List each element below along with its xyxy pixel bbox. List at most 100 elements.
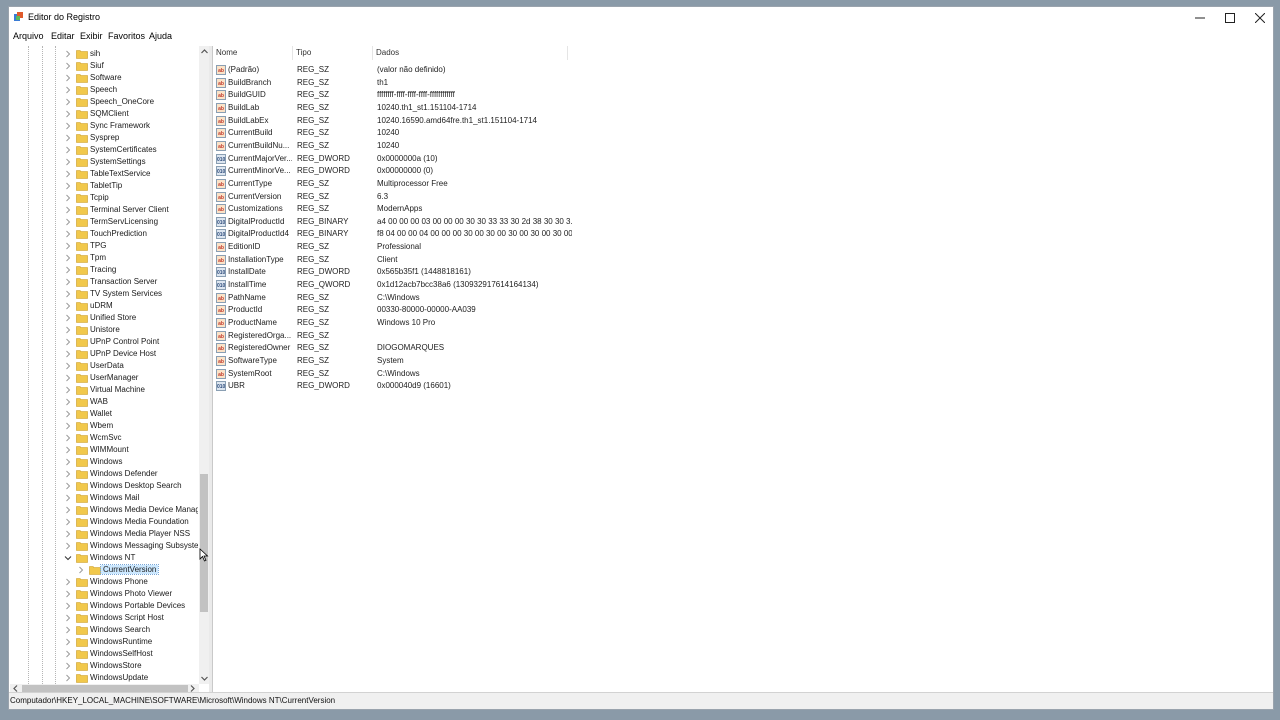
- tree-item[interactable]: Windows Media Player NSS: [10, 528, 198, 540]
- tree-item[interactable]: Speech_OneCore: [10, 96, 198, 108]
- value-row[interactable]: ab CurrentVersion REG_SZ 6.3: [213, 191, 573, 203]
- minimize-button[interactable]: [1185, 7, 1215, 28]
- tree-item[interactable]: SystemCertificates: [10, 144, 198, 156]
- value-row[interactable]: 010 DigitalProductId REG_BINARY a4 00 00 00…: [213, 216, 573, 228]
- chevron-right-icon[interactable]: [64, 74, 72, 82]
- tree-item[interactable]: Windows Script Host: [10, 612, 198, 624]
- tree-item[interactable]: uDRM: [10, 300, 198, 312]
- tree-item[interactable]: UPnP Device Host: [10, 348, 198, 360]
- chevron-right-icon[interactable]: [64, 122, 72, 130]
- value-row[interactable]: ab (Padrão) REG_SZ (valor não definido): [213, 64, 573, 76]
- menu-arquivo[interactable]: Arquivo: [13, 31, 44, 41]
- menu-editar[interactable]: Editar: [51, 31, 75, 41]
- chevron-right-icon[interactable]: [64, 470, 72, 478]
- value-row[interactable]: ab ProductId REG_SZ 00330-80000-00000-AA039: [213, 304, 573, 316]
- tree-item[interactable]: Unistore: [10, 324, 198, 336]
- chevron-right-icon[interactable]: [64, 302, 72, 310]
- tree-item[interactable]: Tcpip: [10, 192, 198, 204]
- tree-item[interactable]: WIMMount: [10, 444, 198, 456]
- value-row[interactable]: 010 InstallDate REG_DWORD 0x565b35f1 (14488…: [213, 266, 573, 278]
- value-row[interactable]: ab RegisteredOrga... REG_SZ: [213, 330, 573, 342]
- tree-hscroll-thumb[interactable]: [22, 685, 188, 692]
- chevron-right-icon[interactable]: [64, 134, 72, 142]
- tree-item[interactable]: Speech: [10, 84, 198, 96]
- value-row[interactable]: 010 DigitalProductId4 REG_BINARY f8 04 00 0…: [213, 228, 573, 240]
- chevron-right-icon[interactable]: [64, 410, 72, 418]
- chevron-right-icon[interactable]: [64, 170, 72, 178]
- chevron-right-icon[interactable]: [64, 374, 72, 382]
- chevron-right-icon[interactable]: [64, 278, 72, 286]
- tree-item[interactable]: WindowsRuntime: [10, 636, 198, 648]
- chevron-right-icon[interactable]: [64, 638, 72, 646]
- tree-item[interactable]: Virtual Machine: [10, 384, 198, 396]
- tree-item[interactable]: Windows Photo Viewer: [10, 588, 198, 600]
- tree-item[interactable]: Windows Search: [10, 624, 198, 636]
- column-header-type[interactable]: Tipo: [293, 46, 373, 60]
- tree-item[interactable]: Unified Store: [10, 312, 198, 324]
- tree-vertical-scrollbar[interactable]: [199, 46, 209, 684]
- value-row[interactable]: ab InstallationType REG_SZ Client: [213, 254, 573, 266]
- chevron-right-icon[interactable]: [64, 86, 72, 94]
- chevron-right-icon[interactable]: [64, 626, 72, 634]
- value-row[interactable]: 010 CurrentMajorVer... REG_DWORD 0x0000000a…: [213, 153, 573, 165]
- value-row[interactable]: ab EditionID REG_SZ Professional: [213, 241, 573, 253]
- tree-item[interactable]: Terminal Server Client: [10, 204, 198, 216]
- menu-exibir[interactable]: Exibir: [80, 31, 103, 41]
- chevron-right-icon[interactable]: [64, 110, 72, 118]
- chevron-right-icon[interactable]: [64, 194, 72, 202]
- value-row[interactable]: ab RegisteredOwner REG_SZ DIOGOMARQUES: [213, 342, 573, 354]
- tree-item[interactable]: sih: [10, 48, 198, 60]
- value-row[interactable]: ab BuildLab REG_SZ 10240.th1_st1.151104-171…: [213, 102, 573, 114]
- menu-ajuda[interactable]: Ajuda: [149, 31, 172, 41]
- chevron-right-icon[interactable]: [64, 434, 72, 442]
- tree-item[interactable]: Siuf: [10, 60, 198, 72]
- chevron-right-icon[interactable]: [64, 494, 72, 502]
- key-tree-pane[interactable]: sih Siuf Software Speech Speech_OneCore SQMCl…: [10, 46, 210, 693]
- chevron-right-icon[interactable]: [64, 218, 72, 226]
- chevron-right-icon[interactable]: [64, 98, 72, 106]
- chevron-right-icon[interactable]: [64, 290, 72, 298]
- value-row[interactable]: ab CurrentBuildNu... REG_SZ 10240: [213, 140, 573, 152]
- column-header-name[interactable]: Nome: [213, 46, 293, 60]
- chevron-right-icon[interactable]: [64, 326, 72, 334]
- chevron-right-icon[interactable]: [64, 146, 72, 154]
- tree-item[interactable]: CurrentVersion: [10, 564, 198, 576]
- tree-item[interactable]: UserData: [10, 360, 198, 372]
- value-row[interactable]: ab BuildBranch REG_SZ th1: [213, 77, 573, 89]
- chevron-right-icon[interactable]: [64, 386, 72, 394]
- value-row[interactable]: ab SoftwareType REG_SZ System: [213, 355, 573, 367]
- value-row[interactable]: ab Customizations REG_SZ ModernApps: [213, 203, 573, 215]
- value-row[interactable]: 010 CurrentMinorVe... REG_DWORD 0x00000000 …: [213, 165, 573, 177]
- chevron-right-icon[interactable]: [64, 506, 72, 514]
- tree-item[interactable]: Sysprep: [10, 132, 198, 144]
- chevron-right-icon[interactable]: [64, 578, 72, 586]
- chevron-right-icon[interactable]: [64, 422, 72, 430]
- tree-item[interactable]: Windows Media Device Manag: [10, 504, 198, 516]
- tree-item[interactable]: Tpm: [10, 252, 198, 264]
- chevron-right-icon[interactable]: [64, 254, 72, 262]
- tree-item[interactable]: TabletTip: [10, 180, 198, 192]
- values-list-pane[interactable]: Nome Tipo Dados ab (Padrão) REG_SZ (valor n…: [212, 46, 1273, 693]
- value-row[interactable]: ab ProductName REG_SZ Windows 10 Pro: [213, 317, 573, 329]
- tree-item[interactable]: Sync Framework: [10, 120, 198, 132]
- tree-vscroll-thumb[interactable]: [200, 474, 208, 612]
- tree-item[interactable]: Windows Portable Devices: [10, 600, 198, 612]
- scroll-down-icon[interactable]: [200, 674, 209, 683]
- tree-item[interactable]: SQMClient: [10, 108, 198, 120]
- tree-item[interactable]: Windows: [10, 456, 198, 468]
- value-row[interactable]: ab BuildGUID REG_SZ ffffffff-ffff-ffff-ffff…: [213, 89, 573, 101]
- chevron-right-icon[interactable]: [64, 518, 72, 526]
- chevron-right-icon[interactable]: [77, 566, 85, 574]
- tree-item[interactable]: TV System Services: [10, 288, 198, 300]
- tree-item[interactable]: Windows Media Foundation: [10, 516, 198, 528]
- tree-item[interactable]: Windows Defender: [10, 468, 198, 480]
- chevron-right-icon[interactable]: [64, 398, 72, 406]
- chevron-right-icon[interactable]: [64, 50, 72, 58]
- tree-item[interactable]: TouchPrediction: [10, 228, 198, 240]
- value-row[interactable]: ab CurrentBuild REG_SZ 10240: [213, 127, 573, 139]
- tree-item[interactable]: WcmSvc: [10, 432, 198, 444]
- column-header-data[interactable]: Dados: [373, 46, 568, 60]
- tree-item[interactable]: WindowsSelfHost: [10, 648, 198, 660]
- tree-item[interactable]: TPG: [10, 240, 198, 252]
- chevron-right-icon[interactable]: [64, 314, 72, 322]
